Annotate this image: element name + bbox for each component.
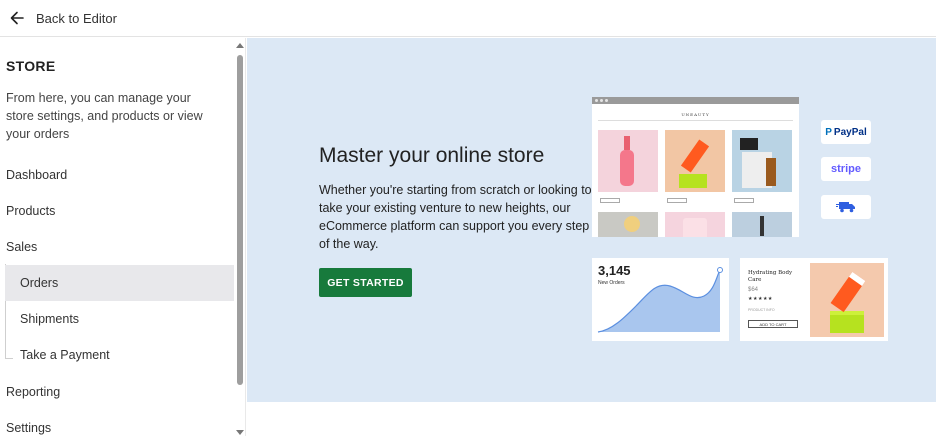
delivery-truck-icon [836, 202, 855, 213]
product-tile-cream [665, 130, 725, 192]
sidebar-title: STORE [6, 58, 56, 74]
orders-stat-card: 3,145 New Orders [592, 258, 729, 341]
scrollbar-thumb[interactable] [237, 55, 243, 385]
product-tile-row2 [665, 212, 725, 237]
back-to-editor-link[interactable]: Back to Editor [36, 11, 117, 26]
hero-panel: Master your online store Whether you're … [247, 38, 936, 402]
sidebar-item-products[interactable]: Products [6, 201, 55, 221]
hero-body: Whether you're starting from scratch or … [319, 183, 592, 251]
product-tile-row2 [598, 212, 658, 237]
sidebar-item-settings[interactable]: Settings [6, 418, 51, 436]
shipping-badge [821, 195, 871, 219]
store-sidebar: STORE From here, you can manage your sto… [0, 38, 246, 436]
sidebar-description: From here, you can manage your store set… [6, 91, 203, 141]
top-bar: Back to Editor [0, 0, 936, 37]
orders-label: New Orders [598, 280, 625, 286]
header-divider [598, 120, 793, 121]
product-tile-dropper [732, 130, 792, 192]
sidebar-item-shipments[interactable]: Shipments [5, 301, 234, 337]
sidebar-item-take-payment[interactable]: Take a Payment [5, 337, 234, 373]
sidebar-item-orders[interactable]: Orders [5, 265, 234, 301]
product-photo [810, 263, 884, 337]
sidebar-item-sales[interactable]: Sales [6, 237, 37, 257]
browser-dot [605, 99, 608, 102]
store-preview-illustration: UNEAUTY [592, 97, 799, 237]
browser-dot [595, 99, 598, 102]
hero-title: Master your online store [319, 144, 545, 167]
browser-dot [600, 99, 603, 102]
product-rating-stars: ★★★★★ [748, 296, 773, 302]
paypal-icon: P [825, 126, 832, 138]
stripe-badge: stripe [821, 157, 871, 181]
back-arrow-icon[interactable] [10, 10, 26, 26]
add-to-cart-button: ADD TO CART [748, 320, 798, 328]
product-tile-serum [598, 130, 658, 192]
product-card: Hydrating Body Care $64 ★★★★★ PRODUCT IN… [740, 258, 888, 341]
store-brand: UNEAUTY [681, 112, 710, 117]
browser-bar [592, 97, 799, 104]
tile-button [734, 198, 754, 203]
tile-button [600, 198, 620, 203]
scroll-up-icon[interactable] [236, 43, 244, 48]
sidebar-item-dashboard[interactable]: Dashboard [6, 165, 67, 185]
product-price: $64 [748, 287, 759, 293]
product-name: Hydrating Body Care [748, 270, 793, 283]
paypal-badge: P PayPal [821, 120, 871, 144]
product-tile-row2 [732, 212, 792, 237]
product-info-label: PRODUCT INFO [748, 308, 775, 312]
orders-count: 3,145 [598, 263, 631, 278]
get-started-button[interactable]: GET STARTED [319, 268, 412, 297]
sidebar-item-reporting[interactable]: Reporting [6, 382, 60, 402]
scroll-down-icon[interactable] [236, 430, 244, 435]
tile-button [667, 198, 687, 203]
